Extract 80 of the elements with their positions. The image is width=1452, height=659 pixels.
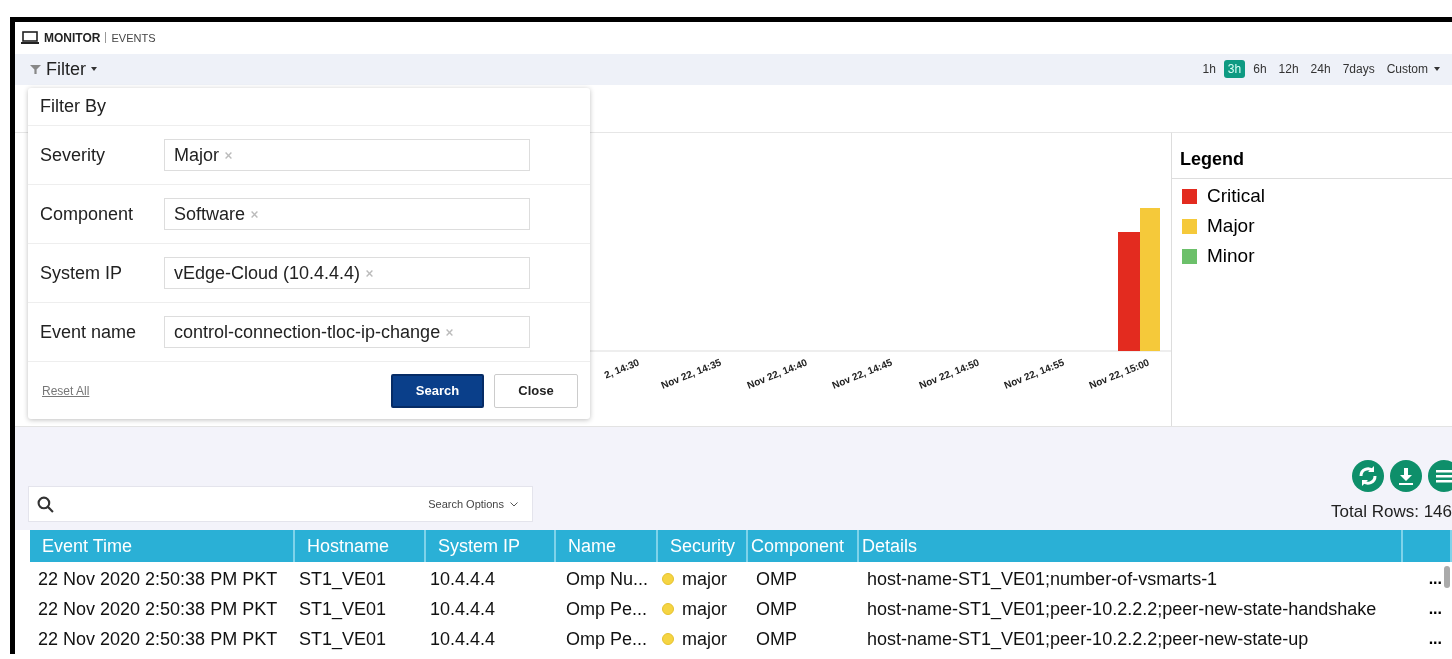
selected-tag: Software <box>174 203 246 225</box>
row-actions-button[interactable]: ... <box>1428 630 1442 648</box>
reset-all-link[interactable]: Reset All <box>42 383 90 398</box>
table-cell-text: OMP <box>755 628 798 650</box>
table-cell-text: host-name-ST1_VE01;number-of-vsmarts-1 <box>866 568 1219 590</box>
table-cell-text: host-name-ST1_VE01;peer-10.2.2.2;peer-new-state-handshake <box>866 598 1378 620</box>
section-title: MONITOR <box>44 31 101 45</box>
download-icon[interactable] <box>1390 460 1422 492</box>
time-range-tab[interactable]: 12h <box>1274 60 1303 79</box>
table-cell-text: host-name-ST1_VE01;peer-10.2.2.2;peer-new-state-up <box>866 628 1310 650</box>
time-range-tab[interactable]: 24h <box>1306 60 1335 79</box>
selected-tag: control-connection-tloc-ip-change <box>174 321 441 343</box>
table-cell: major <box>682 568 727 590</box>
tag-input-field[interactable]: control-connection-tloc-ip-change <box>164 316 530 348</box>
row-actions-button[interactable]: ... <box>1428 600 1442 618</box>
time-range-tab[interactable]: 7days <box>1338 60 1379 79</box>
custom-range-dropdown[interactable]: Custom <box>1382 60 1444 79</box>
search-icon <box>37 495 54 513</box>
remove-icon[interactable] <box>446 328 454 336</box>
monitor-icon <box>21 31 39 45</box>
search-button[interactable]: Search <box>391 373 484 408</box>
table-cell-text: 22 Nov 2020 2:50:38 PM PKT <box>37 628 279 650</box>
close-button[interactable]: Close <box>494 373 578 408</box>
caret-icon <box>1434 67 1440 72</box>
tag-input-field[interactable]: Software <box>164 198 530 230</box>
selected-tag: Major <box>174 144 219 166</box>
remove-icon[interactable] <box>225 151 232 159</box>
table-cell-text: 10.4.4.4 <box>429 568 497 590</box>
table-cell-text: 10.4.4.4 <box>429 628 497 650</box>
table-cell-text: Omp Pe... <box>565 628 649 650</box>
tag-input-field[interactable]: vEdge-Cloud (10.4.4.4) <box>164 257 530 289</box>
table-cell: major <box>682 628 727 650</box>
axis-label: 2, 14:30 <box>602 356 641 381</box>
severity-dot <box>662 603 674 615</box>
table-cell: major <box>682 598 727 620</box>
panel-title: Filter By <box>28 88 590 126</box>
refresh-icon[interactable] <box>1352 460 1384 492</box>
table-cell-text: ST1_VE01 <box>298 628 388 650</box>
page-title: EVENTS <box>111 32 156 44</box>
selected-tag: vEdge-Cloud (10.4.4.4) <box>174 262 361 284</box>
severity-dot <box>662 633 674 645</box>
field-label: Severity <box>40 144 107 166</box>
axis-label: Nov 22, 14:50 <box>917 356 981 391</box>
legend-label: Critical <box>1207 185 1266 207</box>
time-range-tab[interactable]: 6h <box>1249 60 1271 79</box>
table-cell-text: Omp Pe... <box>565 598 649 620</box>
table-cell-text: ST1_VE01 <box>298 568 388 590</box>
total-rows: Total Rows: 146 <box>1331 502 1452 522</box>
legend-label: Major <box>1207 215 1255 237</box>
axis-label: Nov 22, 15:00 <box>1087 356 1151 391</box>
search-field[interactable]: Search Options <box>28 486 533 522</box>
axis-label: Nov 22, 14:45 <box>830 356 894 391</box>
scrollbar-thumb[interactable] <box>1444 566 1450 588</box>
severity-dot <box>662 573 674 585</box>
table-cell-text: 22 Nov 2020 2:50:38 PM PKT <box>37 598 279 620</box>
axis-label: Nov 22, 14:35 <box>659 356 723 391</box>
field-label: System IP <box>40 262 124 284</box>
menu-icon[interactable] <box>1428 460 1452 492</box>
filter-button[interactable]: Filter <box>30 59 97 80</box>
remove-icon[interactable] <box>366 269 374 277</box>
row-actions-button[interactable]: ... <box>1428 570 1442 588</box>
axis-label: Nov 22, 14:55 <box>1002 356 1066 391</box>
caret-icon <box>91 67 97 72</box>
legend-title: Legend <box>1172 149 1452 179</box>
table-cell-text: OMP <box>755 568 798 590</box>
chevron-icon <box>510 501 518 507</box>
funnel-icon <box>30 65 41 74</box>
legend-label: Minor <box>1207 245 1255 267</box>
field-label: Component <box>40 203 135 225</box>
remove-icon[interactable] <box>251 210 259 218</box>
field-label: Event name <box>40 321 138 343</box>
search-options-dropdown[interactable]: Search Options <box>422 497 524 511</box>
time-range-tab[interactable]: 1h <box>1198 60 1220 79</box>
axis-label: Nov 22, 14:40 <box>745 356 809 391</box>
table-cell-text: 22 Nov 2020 2:50:38 PM PKT <box>37 568 279 590</box>
table-cell-text: ST1_VE01 <box>298 598 388 620</box>
table-cell-text: Omp Nu... <box>565 568 650 590</box>
table-cell-text: OMP <box>755 598 798 620</box>
tag-input-field[interactable]: Major <box>164 139 530 171</box>
table-cell-text: 10.4.4.4 <box>429 598 497 620</box>
